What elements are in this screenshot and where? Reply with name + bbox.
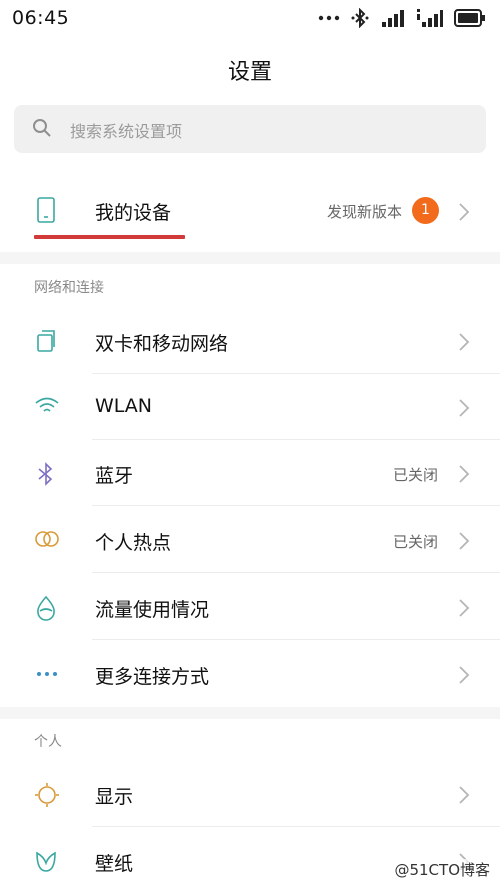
chevron-right-icon [459, 203, 470, 221]
status-bar: 06:45 [0, 0, 500, 36]
network-section-header: 网络和连接 [34, 280, 104, 296]
more-connections-label: 更多连接方式 [95, 666, 210, 688]
update-available-text: 发现新版本 [326, 203, 402, 221]
chevron-right-icon [459, 786, 470, 804]
chevron-right-icon [459, 532, 470, 550]
list-item-hotspot[interactable]: 个人热点 已关闭 [0, 507, 500, 573]
my-device-label: 我的设备 [95, 202, 172, 224]
chevron-right-icon [459, 465, 470, 483]
signal-hd-icon [417, 9, 443, 27]
status-time: 06:45 [12, 7, 70, 29]
data-usage-icon [37, 595, 55, 621]
chevron-right-icon [459, 333, 470, 351]
personal-section-header: 个人 [34, 734, 62, 750]
hotspot-label: 个人热点 [95, 532, 172, 554]
row-divider [92, 505, 500, 506]
row-divider [92, 639, 500, 640]
list-item-wlan[interactable]: WLAN [0, 374, 500, 440]
display-icon [35, 783, 59, 807]
chevron-right-icon [459, 599, 470, 617]
chevron-right-icon [459, 399, 470, 417]
hotspot-status: 已关闭 [392, 533, 438, 551]
dual-sim-label: 双卡和移动网络 [95, 333, 229, 355]
wifi-icon [35, 397, 59, 412]
wallpaper-label: 壁纸 [95, 853, 134, 875]
page-title: 设置 [227, 60, 272, 85]
status-icons [318, 6, 486, 30]
wlan-label: WLAN [95, 395, 153, 417]
search-placeholder: 搜索系统设置项 [70, 122, 183, 141]
more-dots-icon [318, 15, 340, 21]
search-input[interactable]: 搜索系统设置项 [14, 105, 486, 153]
chevron-right-icon [459, 666, 470, 684]
bluetooth-status: 已关闭 [392, 466, 438, 484]
row-divider [92, 572, 500, 573]
bluetooth-label: 蓝牙 [95, 465, 134, 487]
list-item-data-usage[interactable]: 流量使用情况 [0, 574, 500, 640]
list-item-more-connections[interactable]: 更多连接方式 [0, 641, 500, 707]
hotspot-icon [35, 531, 59, 547]
section-gap [0, 252, 500, 264]
active-underline [34, 235, 185, 239]
bluetooth-status-icon [351, 8, 369, 28]
battery-icon [454, 9, 485, 27]
update-badge: 1 [412, 197, 439, 224]
wallpaper-icon [36, 851, 56, 872]
watermark: @51CTO博客 [394, 859, 490, 880]
search-icon [33, 119, 51, 137]
bluetooth-icon [38, 462, 53, 486]
section-gap [0, 707, 500, 719]
signal-icon [382, 10, 404, 27]
list-item-dual-sim[interactable]: 双卡和移动网络 [0, 308, 500, 374]
phone-icon [37, 197, 55, 223]
display-label: 显示 [95, 786, 134, 808]
data-usage-label: 流量使用情况 [95, 599, 210, 621]
more-icon [37, 672, 57, 676]
row-divider [92, 826, 500, 827]
sim-card-icon [37, 330, 55, 352]
my-device-row[interactable]: 我的设备 发现新版本 1 [0, 182, 500, 240]
list-item-bluetooth[interactable]: 蓝牙 已关闭 [0, 440, 500, 506]
list-item-display[interactable]: 显示 [0, 761, 500, 827]
